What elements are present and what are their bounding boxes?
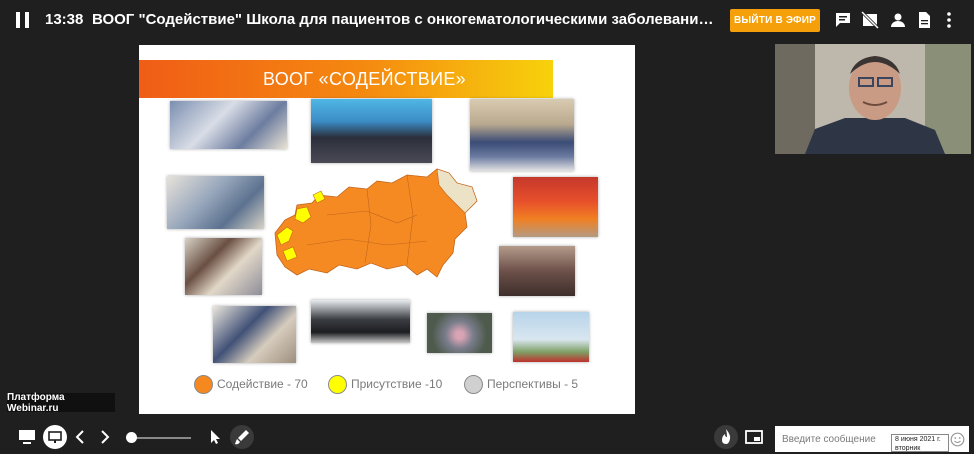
presentation-icon — [48, 431, 62, 443]
meeting-photo — [170, 101, 287, 149]
brush-icon — [235, 430, 249, 445]
pause-icon[interactable] — [16, 12, 30, 28]
participant-icon[interactable] — [889, 11, 907, 29]
workshop-photo — [185, 238, 262, 295]
chat-icon[interactable] — [834, 11, 852, 29]
legend-label-support: Содействие - 70 — [217, 377, 308, 391]
legend-marker-presence — [328, 375, 347, 394]
message-placeholder: Введите сообщение — [782, 434, 876, 445]
draw-tool-button[interactable] — [230, 425, 254, 449]
platform-watermark: Платформа Webinar.ru — [7, 392, 115, 414]
presentation-slide: ВООГ «СОДЕЙСТВИЕ» Содействие - 70 Присут… — [139, 45, 635, 414]
webinar-title: ВООГ "Содействие" Школа для пациентов с … — [92, 11, 717, 28]
date-tooltip-date: 8 июня 2021 г. — [895, 436, 941, 443]
legend-label-presence: Присутствие -10 — [351, 377, 443, 391]
screen-share-icon[interactable] — [17, 428, 37, 446]
seminar-photo — [213, 306, 296, 363]
fire-icon — [722, 429, 731, 444]
slide-progress-handle[interactable] — [126, 432, 137, 443]
pointer-icon[interactable] — [208, 429, 222, 445]
emoji-icon[interactable] — [950, 432, 965, 447]
airplane-photo — [513, 312, 589, 362]
limousine-photo — [311, 300, 410, 343]
presentation-mode-button[interactable] — [43, 425, 67, 449]
date-tooltip: 8 июня 2021 г. вторник — [891, 434, 949, 452]
picture-in-picture-icon[interactable] — [744, 429, 764, 445]
group-photo — [311, 99, 432, 163]
conference-photo — [470, 99, 574, 171]
more-vertical-icon[interactable] — [940, 11, 958, 29]
broadcast-time: 13:38 — [45, 11, 84, 28]
next-slide-icon[interactable] — [98, 429, 112, 445]
russia-map — [274, 168, 478, 278]
circle-event-photo — [427, 313, 492, 353]
message-input[interactable]: Введите сообщение 8 июня 2021 г. вторник — [775, 426, 969, 452]
legend-marker-support — [194, 375, 213, 394]
document-icon[interactable] — [915, 11, 933, 29]
team-orange-photo — [513, 177, 598, 237]
speaker-webcam — [775, 44, 971, 154]
date-tooltip-weekday: вторник — [895, 445, 921, 452]
prev-slide-icon[interactable] — [73, 429, 87, 445]
go-live-button[interactable]: ВЫЙТИ В ЭФИР — [730, 9, 820, 32]
audience-photo — [499, 246, 575, 296]
legend-marker-prospects — [464, 375, 483, 394]
reaction-button[interactable] — [714, 425, 738, 449]
legend-label-prospects: Перспективы - 5 — [487, 377, 579, 391]
camera-off-icon[interactable] — [861, 11, 879, 29]
slide-title: ВООГ «СОДЕЙСТВИЕ» — [263, 69, 466, 89]
volunteers-photo — [167, 176, 264, 229]
top-bar: 13:38 ВООГ "Содействие" Школа для пациен… — [0, 0, 974, 40]
